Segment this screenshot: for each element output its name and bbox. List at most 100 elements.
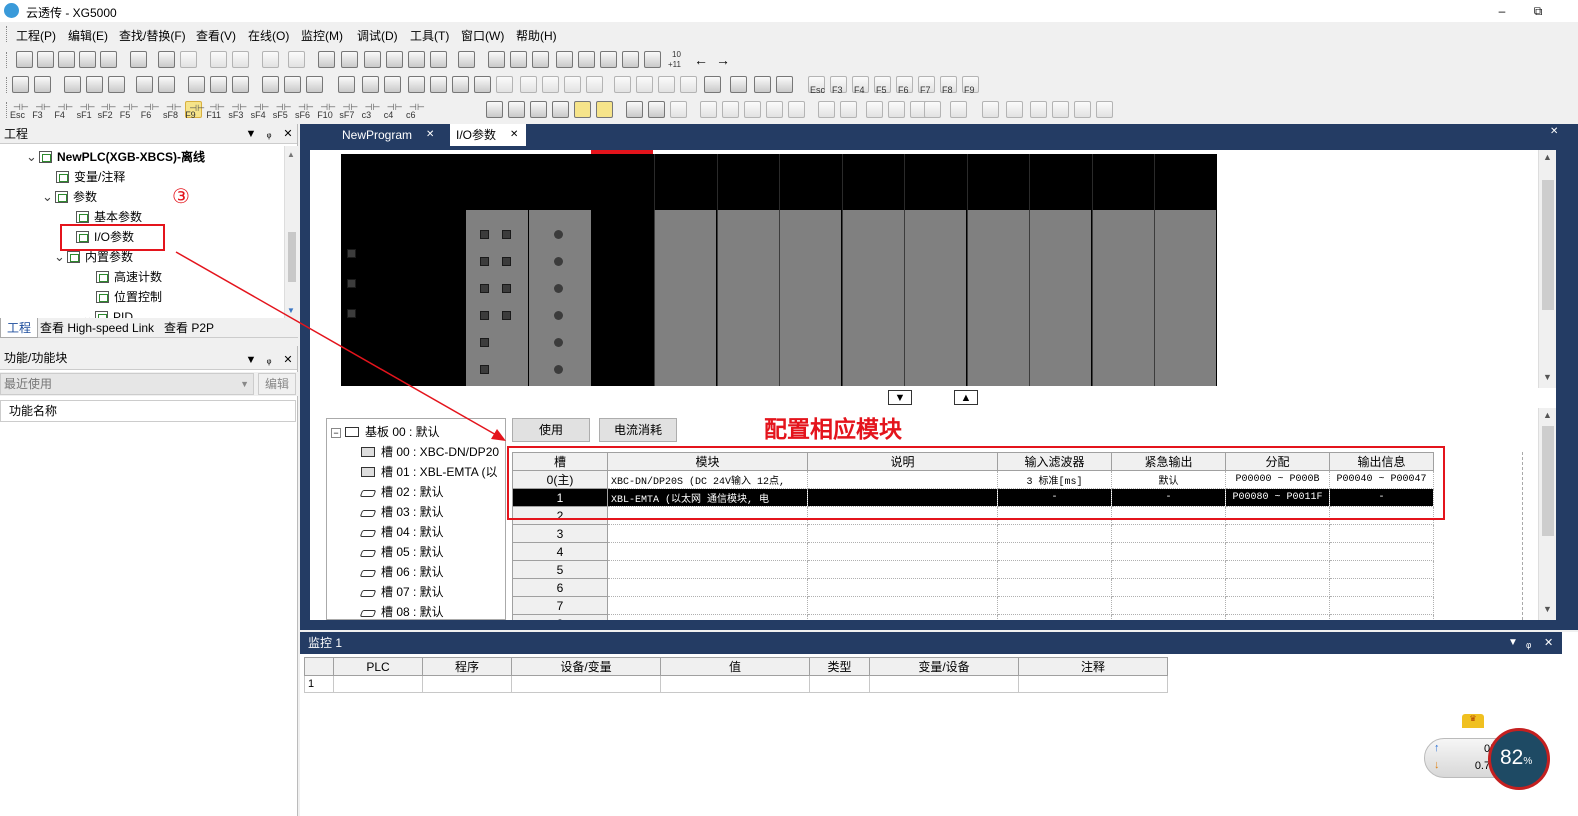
toolbar-button-4[interactable] (79, 51, 96, 68)
toolbar-button-3[interactable] (58, 51, 75, 68)
base-tree-item-2[interactable]: 槽 01 : XBL-EMTA (以 (361, 463, 497, 481)
collapse-down-icon[interactable]: ▼ (888, 390, 912, 405)
expand-up-icon[interactable]: ▲ (954, 390, 978, 405)
slot-number-cell[interactable]: 4 (512, 542, 608, 561)
table-cell[interactable] (607, 524, 808, 543)
close-icon[interactable]: ✕ (426, 124, 434, 146)
toolbar-button-8[interactable] (188, 76, 205, 93)
slot-number-cell[interactable]: 3 (512, 524, 608, 543)
table-cell[interactable] (607, 560, 808, 579)
toolbar-button-8[interactable] (180, 51, 197, 68)
table-cell[interactable] (997, 596, 1112, 615)
table-cell[interactable] (997, 614, 1112, 620)
table-cell[interactable] (607, 542, 808, 561)
monitor-cell[interactable]: 1 (304, 675, 334, 693)
toolbar-button-7[interactable] (158, 51, 175, 68)
monitor-row[interactable]: 1 (304, 675, 1168, 693)
tree-item-6[interactable]: 高速计数 (96, 268, 162, 286)
table-row[interactable]: 7 (512, 596, 1434, 615)
table-row[interactable]: 8 (512, 614, 1434, 620)
base-tree-item-5[interactable]: 槽 04 : 默认 (359, 523, 444, 541)
monitor-column-header-3[interactable]: 值 (660, 657, 810, 676)
expand-toggle-icon[interactable]: ⌄ (26, 148, 37, 166)
arrow-right-icon[interactable]: → (716, 52, 730, 68)
io-scrollbar[interactable]: ▲ ▼ (1538, 408, 1556, 620)
toolbar-button-10[interactable] (700, 101, 717, 118)
toolbar-button-30[interactable] (704, 76, 721, 93)
toolbar-button-15[interactable] (362, 76, 379, 93)
toolbar-button-18[interactable] (888, 101, 905, 118)
tree-item-0[interactable]: ⌄ NewPLC(XGB-XBCS)-离线 (26, 148, 205, 166)
power-consumption-button[interactable]: 电流消耗 (599, 418, 677, 442)
toolbar-button-32[interactable] (754, 76, 771, 93)
table-cell[interactable] (807, 560, 998, 579)
pin-icon[interactable]: ᵩ (262, 348, 276, 372)
toolbar-button-20[interactable] (488, 51, 505, 68)
toolbar-button-7[interactable] (626, 101, 643, 118)
slot-number-cell[interactable]: 8 (512, 614, 608, 620)
toolbar-button-17[interactable] (408, 51, 425, 68)
use-button[interactable]: 使用 (512, 418, 590, 442)
expand-toggle-icon[interactable]: ⌄ (42, 188, 53, 206)
table-cell[interactable] (807, 578, 998, 597)
toolbar-button-2[interactable] (37, 51, 54, 68)
monitor-column-header-1[interactable]: 程序 (422, 657, 512, 676)
toolbar-button-26[interactable] (614, 76, 631, 93)
toolbar-button-3[interactable] (64, 76, 81, 93)
base-tree-item-4[interactable]: 槽 03 : 默认 (359, 503, 444, 521)
toolbar-button-2[interactable] (508, 101, 525, 118)
toolbar-button-27[interactable] (636, 76, 653, 93)
toolbar-button-5[interactable] (100, 51, 117, 68)
toolbar-button-7[interactable] (158, 76, 175, 93)
toolbar-button-5[interactable] (574, 101, 591, 118)
table-cell[interactable] (1329, 596, 1434, 615)
tab-p2p[interactable]: 查看 P2P (158, 318, 220, 338)
panel-dropdown-icon[interactable]: ▼ (1508, 632, 1518, 654)
toolbar-button-22[interactable] (982, 101, 999, 118)
table-row[interactable]: 5 (512, 560, 1434, 579)
close-icon[interactable]: ✕ (510, 124, 518, 146)
pin-icon[interactable]: ᵩ (1526, 632, 1531, 654)
monitor-column-header-2[interactable]: 设备/变量 (511, 657, 661, 676)
toolbar-button-26[interactable] (1074, 101, 1091, 118)
toolbar-button-13[interactable] (306, 76, 323, 93)
slot-number-cell[interactable]: 5 (512, 560, 608, 579)
toolbar-button-33[interactable] (776, 76, 793, 93)
toolbar-button-24[interactable] (1030, 101, 1047, 118)
toolbar-button-27[interactable] (1096, 101, 1113, 118)
table-row[interactable]: 6 (512, 578, 1434, 597)
menu-edit[interactable]: 编辑(E) (68, 27, 108, 44)
tab-new-program[interactable]: NewProgram ✕ (336, 124, 438, 146)
table-cell[interactable] (807, 614, 998, 620)
toolbar-button-25[interactable] (1052, 101, 1069, 118)
toolbar-button-12[interactable] (744, 101, 761, 118)
toolbar-button-15[interactable] (818, 101, 835, 118)
menu-tools[interactable]: 工具(T) (410, 27, 449, 44)
toolbar-button-8[interactable] (648, 101, 665, 118)
toolbar-button-12[interactable] (284, 76, 301, 93)
table-cell[interactable] (1225, 524, 1330, 543)
project-tree-scrollbar[interactable]: ▲ ▼ (284, 146, 298, 318)
monitor-cell[interactable] (1018, 675, 1168, 693)
table-row[interactable]: 4 (512, 542, 1434, 561)
monitor-cell[interactable] (660, 675, 810, 693)
toolbar-button-11[interactable] (722, 101, 739, 118)
table-cell[interactable] (997, 578, 1112, 597)
base-tree-item-8[interactable]: 槽 07 : 默认 (359, 583, 444, 601)
rack-scrollbar[interactable]: ▲ ▼ (1538, 150, 1556, 388)
toolbar-button-2[interactable] (34, 76, 51, 93)
toolbar-button-26[interactable] (622, 51, 639, 68)
toolbar-button-22[interactable] (520, 76, 537, 93)
table-cell[interactable] (1329, 542, 1434, 561)
toolbar-button-17[interactable] (866, 101, 883, 118)
table-cell[interactable] (1329, 578, 1434, 597)
close-icon[interactable]: ✕ (281, 348, 295, 372)
table-cell[interactable] (1111, 578, 1226, 597)
toolbar-button-1[interactable] (486, 101, 503, 118)
toolbar-button-21[interactable] (510, 51, 527, 68)
table-cell[interactable] (1329, 614, 1434, 620)
minimize-button[interactable]: – (1490, 2, 1514, 20)
table-cell[interactable] (1225, 560, 1330, 579)
table-cell[interactable] (997, 524, 1112, 543)
pin-icon[interactable]: ᵩ (262, 124, 276, 144)
